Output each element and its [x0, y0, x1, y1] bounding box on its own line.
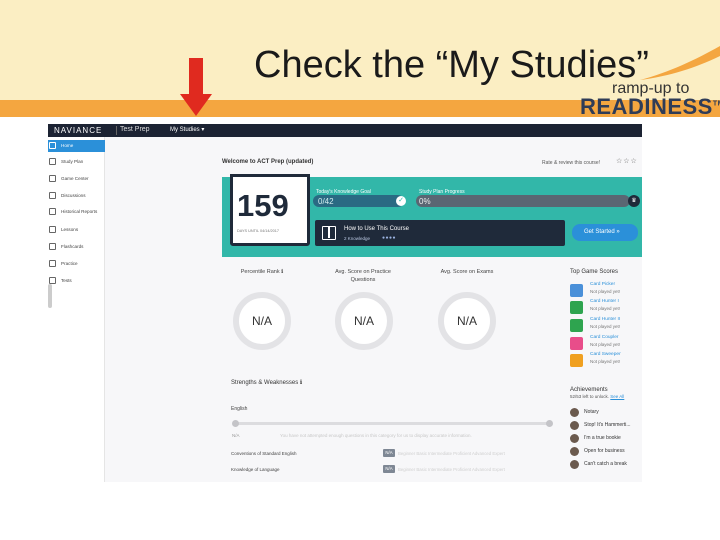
track-marker: [546, 420, 553, 427]
heart-icon: [570, 337, 583, 350]
see-all-link[interactable]: See All: [610, 394, 624, 399]
top-game-scores-heading: Top Game Scores: [570, 269, 619, 275]
days-until-number: 159: [237, 188, 289, 223]
game-card-hunter-2[interactable]: Card Hunter II Not played yet!: [570, 317, 642, 333]
rating-stars[interactable]: ☆☆☆: [616, 157, 638, 165]
book-open-icon: [322, 226, 336, 240]
rate-review-link[interactable]: Rate & review this course!: [542, 160, 600, 166]
percentile-rank-ring: N/A: [233, 292, 291, 350]
how-to-use-card[interactable]: How to Use This Course 2 Knowledge ●●●●: [315, 220, 565, 246]
avg-exams-ring: N/A: [438, 292, 496, 350]
badge-icon: [570, 421, 579, 430]
badge-icon: [570, 434, 579, 443]
avg-exams-label: Avg. Score on Exams: [440, 269, 494, 275]
trophy-icon: ♛: [628, 195, 640, 207]
card-hunter-icon: [570, 301, 583, 314]
card-sweeper-icon: [570, 354, 583, 367]
progress-dots: ●●●●: [382, 235, 397, 241]
achievement-item[interactable]: I'm a true bookie: [570, 433, 642, 444]
track-marker: [232, 420, 239, 427]
avg-practice-ring: N/A: [335, 292, 393, 350]
achievements-progress: 52/53 left to unlock. See All: [570, 394, 625, 399]
how-to-title: How to Use This Course: [344, 226, 409, 232]
achievement-item[interactable]: Stop! It's Hammerti...: [570, 420, 642, 431]
row-conventions-label: Conventions of Standard English: [231, 451, 297, 456]
avg-practice-label: Avg. Score on Practice Questions: [335, 269, 391, 283]
row-conventions-badge: N/A: [383, 449, 395, 457]
percentile-rank-label: Percentile Rank ℹ: [240, 269, 284, 275]
game-card-picker[interactable]: Card Picker Not played yet!: [570, 282, 642, 298]
card-hunter-icon: [570, 319, 583, 332]
row-conventions-levels: Beginner Basic Intermediate Proficient A…: [398, 451, 505, 456]
row-knowledge-badge: N/A: [383, 465, 395, 473]
badge-icon: [570, 460, 579, 469]
card-corner: [304, 174, 310, 180]
game-card-sweeper[interactable]: Card Sweeper Not played yet!: [570, 352, 642, 368]
welcome-heading: Welcome to ACT Prep (updated): [222, 159, 314, 165]
row-knowledge-label: Knowledge of Language: [231, 467, 280, 472]
row-knowledge-levels: Beginner Basic Intermediate Proficient A…: [398, 467, 505, 472]
badge-icon: [570, 447, 579, 456]
achievement-item[interactable]: Notary: [570, 407, 642, 418]
card-corner: [230, 174, 236, 180]
study-plan-progress-value: 0%: [419, 197, 431, 206]
badge-icon: [570, 408, 579, 417]
main-overlay: Welcome to ACT Prep (updated) Rate & rev…: [0, 0, 720, 540]
achievement-item[interactable]: Can't catch a break: [570, 459, 642, 470]
insufficient-data-message: You have not attempted enough questions …: [280, 433, 472, 438]
days-until-label[interactable]: DAYS UNTIL 04/14/2017: [237, 229, 279, 233]
game-card-coupler[interactable]: Card Coupler Not played yet!: [570, 335, 642, 351]
card-picker-icon: [570, 284, 583, 297]
get-started-button[interactable]: Get Started »: [572, 224, 638, 241]
how-to-subtitle: 2 Knowledge: [344, 236, 371, 241]
english-score-track: [232, 420, 553, 427]
knowledge-goal-value: 0/42: [318, 197, 334, 206]
english-na-label: N/A: [232, 433, 240, 438]
study-plan-progress-bar: [416, 195, 630, 207]
check-icon: ✓: [396, 196, 406, 206]
strengths-weaknesses-heading: Strengths & Weaknesses ℹ: [231, 380, 303, 386]
achievements-heading: Achievements: [570, 387, 608, 393]
game-card-hunter-1[interactable]: Card Hunter I Not played yet!: [570, 299, 642, 315]
achievement-item[interactable]: Open for business: [570, 446, 642, 457]
english-label: English: [231, 406, 248, 412]
days-until-card: 159 DAYS UNTIL 04/14/2017: [230, 174, 310, 246]
